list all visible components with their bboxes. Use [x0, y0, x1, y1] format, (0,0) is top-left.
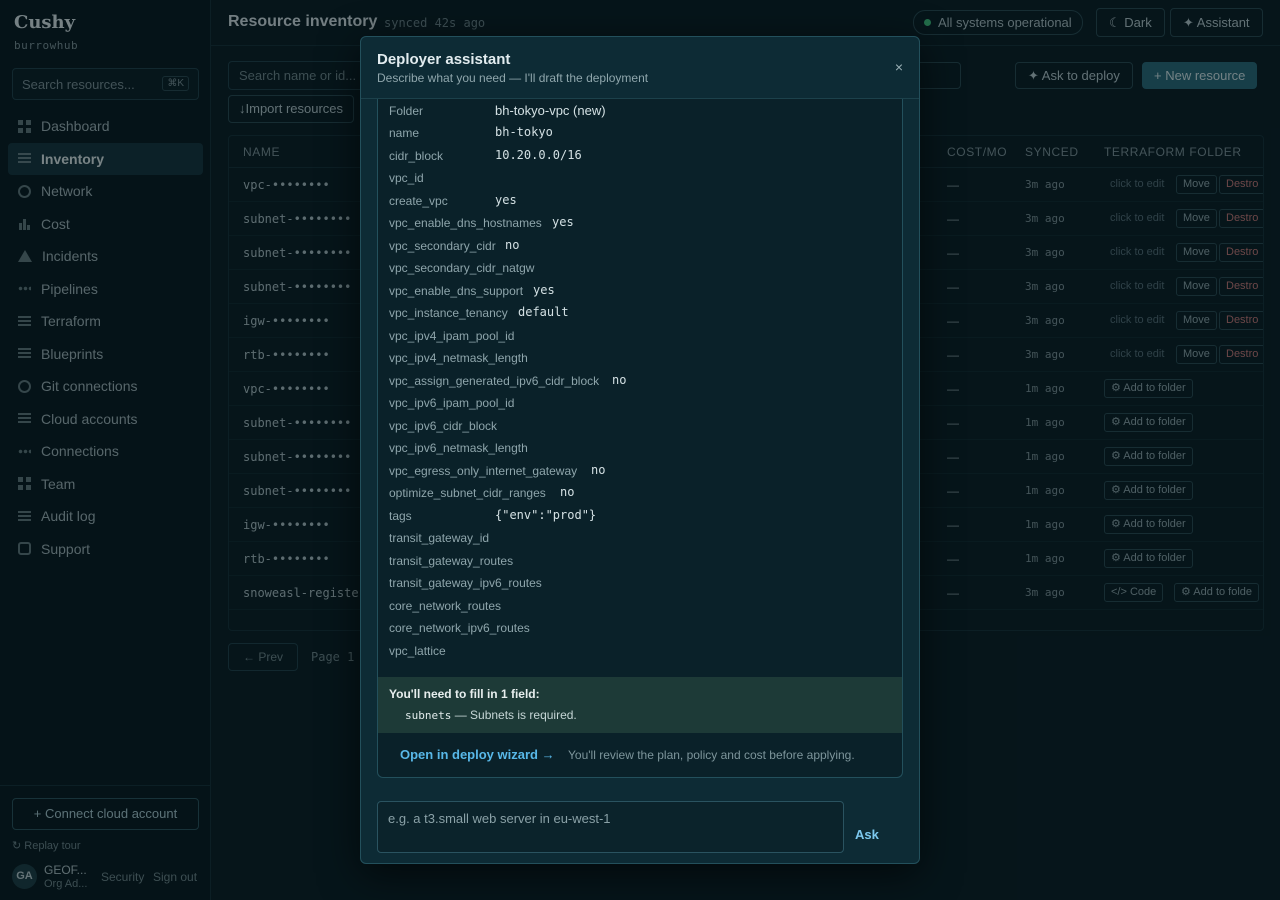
param-row: vpc_ipv4_ipam_pool_id [378, 325, 902, 348]
param-key: name [389, 126, 420, 140]
param-key: vpc_assign_generated_ipv6_cidr_block [389, 373, 600, 388]
parameter-list: AccountburrowhubFolderbh-tokyo-vpc (new)… [378, 99, 902, 662]
param-value[interactable]: no [591, 463, 605, 477]
param-row: vpc_ipv6_cidr_block [378, 415, 902, 438]
modal-title: Deployer assistant [377, 51, 511, 68]
param-key: cidr_block [389, 148, 444, 163]
param-row: transit_gateway_id [378, 527, 902, 550]
param-row: vpc_enable_dns_support yes [378, 280, 902, 303]
param-key: vpc_id [389, 171, 424, 185]
param-row: optimize_subnet_cidr_ranges no [378, 482, 902, 505]
param-row: tags {"env":"prod"} [378, 505, 902, 528]
param-row: core_network_routes [378, 595, 902, 618]
param-row: vpc_ipv6_ipam_pool_id [378, 392, 902, 415]
param-key: optimize_subnet_cidr_ranges [389, 486, 546, 500]
param-key: vpc_enable_dns_hostnames [389, 216, 542, 230]
param-key: transit_gateway_id [389, 531, 490, 545]
param-value[interactable]: no [505, 238, 519, 252]
prompt-input[interactable]: e.g. a t3.small web server in eu-west-1 [377, 801, 844, 853]
param-row: create_vpc yes [378, 190, 902, 213]
missing-field-message: — Subnets is required. [451, 708, 577, 722]
param-value[interactable]: yes [495, 193, 517, 207]
deployer-assistant-modal: Deployer assistant Describe what you nee… [360, 36, 920, 864]
param-row: vpc_ipv6_netmask_length [378, 437, 902, 460]
param-row: vpc_secondary_cidr no [378, 235, 902, 258]
param-key: vpc_secondary_cidr_natgw [389, 261, 535, 275]
param-key: transit_gateway_routes [389, 553, 514, 568]
param-value[interactable]: 10.20.0.0/16 [495, 148, 582, 162]
ask-button[interactable]: Ask [855, 827, 879, 842]
param-key: core_network_ipv6_routes [389, 621, 530, 635]
param-key: vpc_instance_tenancy [389, 306, 508, 320]
param-row: transit_gateway_routes [378, 550, 902, 573]
param-key: vpc_egress_only_internet_gateway [389, 463, 578, 478]
param-key: vpc_ipv6_netmask_length [389, 441, 528, 455]
missing-field-name: subnets [405, 709, 452, 722]
param-value[interactable]: yes [552, 215, 574, 229]
param-key: vpc_ipv6_cidr_block [389, 418, 498, 433]
param-row: vpc_enable_dns_hostnames yes [378, 212, 902, 235]
param-row: vpc_ipv4_netmask_length [378, 347, 902, 370]
open-deploy-wizard-link[interactable]: Open in deploy wizard → [400, 747, 555, 762]
param-row: transit_gateway_ipv6_routes [378, 572, 902, 595]
param-key: vpc_ipv4_netmask_length [389, 351, 528, 365]
param-row: cidr_block 10.20.0.0/16 [378, 145, 902, 168]
missing-fields-title: You'll need to fill in 1 field: [389, 687, 540, 701]
param-row: Folder bh-tokyo-vpc (new) [378, 100, 902, 123]
close-icon[interactable]: × [895, 59, 903, 75]
wizard-row: Open in deploy wizard → You'll review th… [378, 733, 902, 777]
param-row: vpc_lattice [378, 640, 902, 663]
param-row: name bh-tokyo [378, 122, 902, 145]
param-row: core_network_ipv6_routes [378, 617, 902, 640]
param-row: vpc_id [378, 167, 902, 190]
param-value[interactable]: default [518, 305, 569, 319]
param-value[interactable]: no [612, 373, 626, 387]
param-value[interactable]: yes [533, 283, 555, 297]
param-value[interactable]: {"env":"prod"} [495, 508, 596, 522]
param-row: vpc_instance_tenancy default [378, 302, 902, 325]
param-value[interactable]: bh-tokyo-vpc (new) [495, 103, 606, 118]
missing-field-item: subnets — Subnets is required. [405, 708, 577, 722]
prompt-placeholder: e.g. a t3.small web server in eu-west-1 [388, 811, 611, 826]
param-row: vpc_secondary_cidr_natgw [378, 257, 902, 280]
param-value[interactable]: bh-tokyo [495, 125, 553, 139]
param-key: create_vpc [389, 193, 448, 208]
param-key: vpc_enable_dns_support [389, 283, 524, 298]
param-key: core_network_routes [389, 598, 502, 613]
param-key: vpc_ipv4_ipam_pool_id [389, 328, 515, 343]
wizard-note: You'll review the plan, policy and cost … [568, 748, 855, 762]
param-value[interactable]: no [560, 485, 574, 499]
param-key: vpc_ipv6_ipam_pool_id [389, 396, 515, 410]
param-row: vpc_assign_generated_ipv6_cidr_block no [378, 370, 902, 393]
deployment-draft-card: AccountburrowhubFolderbh-tokyo-vpc (new)… [377, 99, 903, 778]
param-key: Folder [389, 103, 424, 118]
param-key: transit_gateway_ipv6_routes [389, 576, 542, 590]
param-key: vpc_lattice [389, 643, 446, 658]
missing-fields-notice: You'll need to fill in 1 field: subnets … [378, 677, 902, 733]
param-key: vpc_secondary_cidr [389, 238, 496, 253]
modal-subtitle: Describe what you need — I'll draft the … [377, 71, 649, 85]
param-row: vpc_egress_only_internet_gateway no [378, 460, 902, 483]
param-key: tags [389, 508, 412, 523]
